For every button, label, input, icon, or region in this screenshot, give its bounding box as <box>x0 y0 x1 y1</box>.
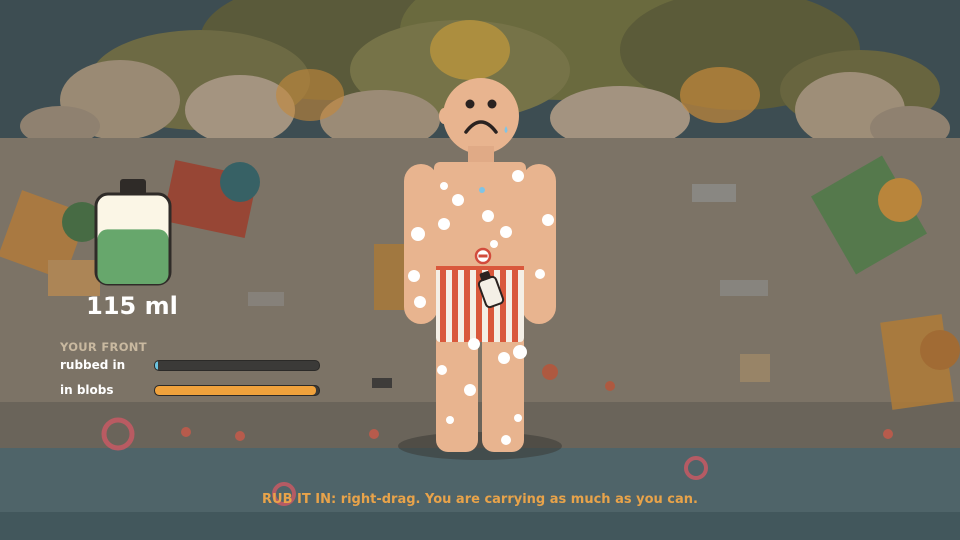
rubbed-in-bar <box>154 360 320 371</box>
in-blobs-bar <box>154 385 320 396</box>
head <box>443 78 519 154</box>
no-entry-icon <box>474 247 492 265</box>
stat-label-rubbed-in: rubbed in <box>60 358 126 372</box>
bottle-liquid <box>97 229 169 284</box>
sunscreen-volume: 115 ml <box>86 292 178 320</box>
instruction-text: RUB IT IN: right-drag. You are carrying … <box>262 492 698 507</box>
stat-label-in-blobs: in blobs <box>60 383 114 397</box>
in-blobs-bar-fill <box>155 386 316 395</box>
swim-trunks <box>436 266 524 342</box>
right-arm <box>522 164 556 324</box>
sunscreen-bottle-icon <box>94 179 172 286</box>
rubbed-in-bar-fill <box>155 361 159 370</box>
section-title: YOUR FRONT <box>60 340 147 354</box>
